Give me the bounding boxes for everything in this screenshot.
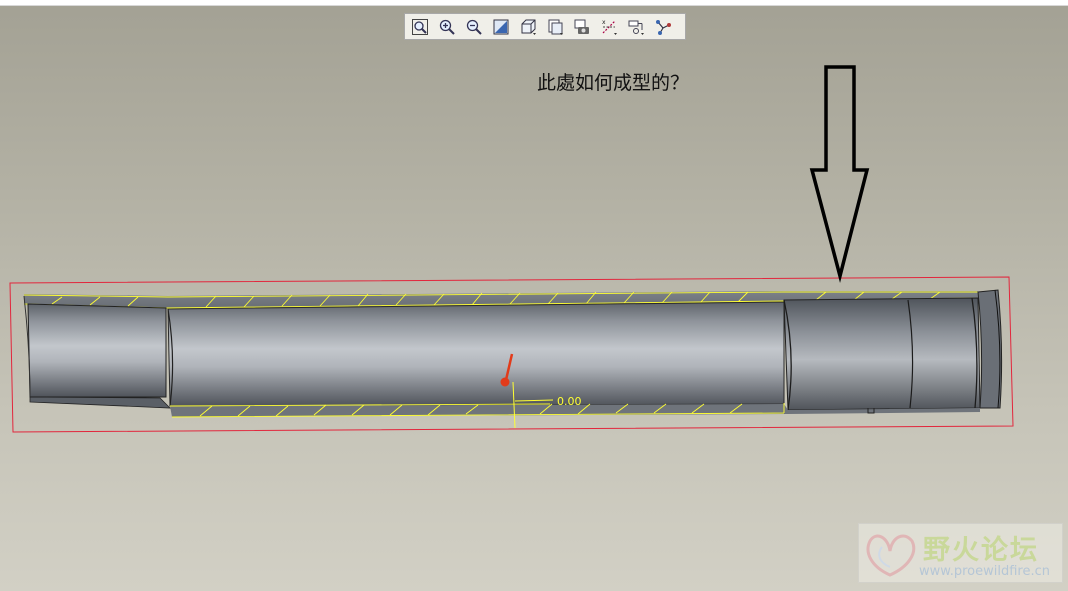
dimension-text[interactable]: 0.00 [557,395,582,408]
forum-watermark: 野火论坛 www.proewildfire.cn [858,523,1063,583]
csys-marker[interactable] [500,377,510,387]
butterfly-logo-icon [866,534,916,577]
left-bottom-rim [29,396,172,409]
watermark-title: 野火论坛 [923,535,1039,566]
model-view[interactable]: 0.00 [0,0,1068,591]
left-bore-surface [27,303,167,398]
right-end-face [977,289,1003,409]
annotation-arrow [809,65,870,283]
main-bore-surface [167,301,785,407]
right-bore-surface [783,297,981,411]
watermark-url: www.proewildfire.cn [919,564,1050,579]
